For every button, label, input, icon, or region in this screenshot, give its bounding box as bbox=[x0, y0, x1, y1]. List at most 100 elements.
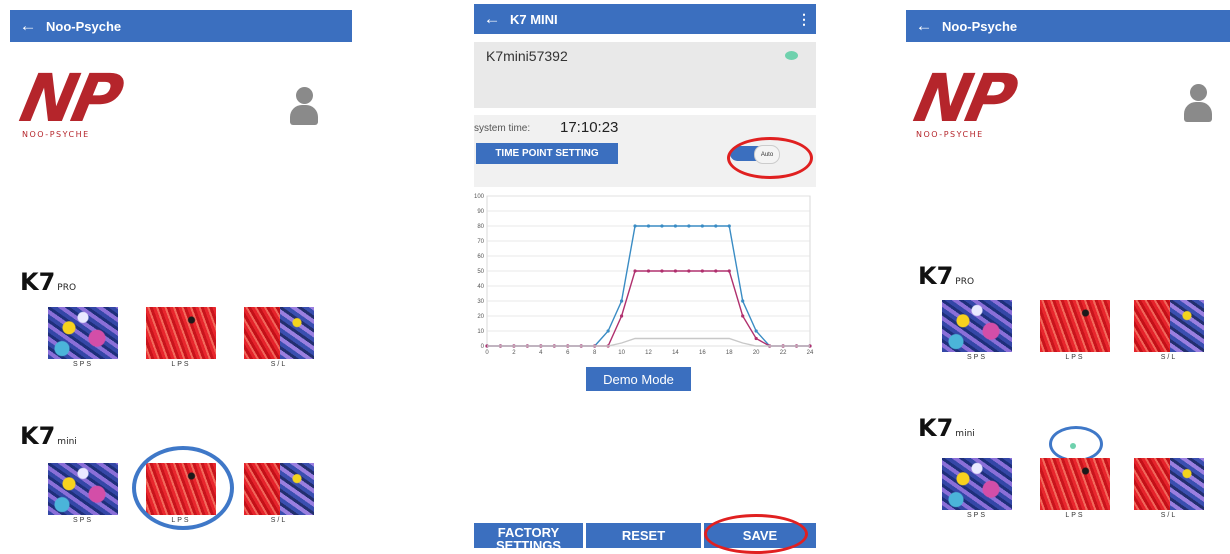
light-schedule-chart[interactable]: 01020304050607080901000 2 4 6 8 10 12 14 16 18 20 2… bbox=[474, 188, 816, 358]
k7-pro-heading: K7 PRO bbox=[20, 268, 77, 296]
x-tick-label: 16 bbox=[699, 350, 706, 356]
logo-letters: NP bbox=[13, 60, 126, 137]
data-point bbox=[619, 314, 624, 318]
device-card[interactable]: K7mini57392 bbox=[474, 42, 816, 108]
demo-mode-button[interactable]: Demo Mode bbox=[586, 367, 691, 391]
connection-status-dot bbox=[785, 51, 798, 60]
y-tick-label: 50 bbox=[477, 269, 484, 275]
data-point bbox=[673, 269, 678, 273]
right-screen: ← Noo-Psyche NP NOO-PSYCHE K7 PRO SPS LPS… bbox=[906, 0, 1230, 548]
tile-label: S/L bbox=[270, 517, 288, 524]
tile-label: LPS bbox=[1065, 512, 1085, 519]
k7-mini-heading: K7 mini bbox=[20, 422, 77, 450]
data-point bbox=[714, 224, 718, 228]
data-point bbox=[619, 299, 624, 303]
brand-logo: NP NOO-PSYCHE bbox=[908, 60, 1020, 139]
factory-settings-button[interactable]: FACTORY SETTINGS bbox=[474, 523, 583, 548]
tile-label: S/L bbox=[1160, 512, 1178, 519]
app-bar: ← Noo-Psyche bbox=[10, 10, 352, 42]
tile-label: LPS bbox=[1065, 354, 1085, 361]
middle-screen: ← K7 MINI ⋮ K7mini57392 system time: 17:… bbox=[474, 0, 816, 554]
data-point bbox=[606, 329, 610, 333]
k7pro-lps-tile[interactable] bbox=[146, 307, 216, 359]
data-point bbox=[687, 269, 691, 273]
x-tick-label: 8 bbox=[593, 350, 597, 356]
app-title: Noo-Psyche bbox=[46, 18, 122, 34]
k7pro-sps-tile[interactable] bbox=[942, 300, 1012, 352]
x-tick-label: 14 bbox=[672, 350, 679, 356]
k7mini-sps-tile[interactable] bbox=[942, 458, 1012, 510]
y-tick-label: 90 bbox=[477, 209, 484, 215]
data-point bbox=[687, 224, 691, 228]
data-point bbox=[633, 269, 637, 273]
k7pro-lps-tile[interactable] bbox=[1040, 300, 1110, 352]
data-point bbox=[646, 224, 651, 228]
y-tick-label: 100 bbox=[474, 194, 485, 200]
data-point bbox=[727, 224, 731, 228]
app-title: Noo-Psyche bbox=[942, 18, 1018, 34]
brand-logo: NP NOO-PSYCHE bbox=[14, 60, 126, 139]
highlight-circle bbox=[132, 446, 234, 530]
time-point-setting-button[interactable]: TIME POINT SETTING bbox=[476, 143, 618, 164]
x-tick-label: 18 bbox=[726, 350, 733, 356]
k7pro-sl-tile[interactable] bbox=[1134, 300, 1204, 352]
left-screen: ← Noo-Psyche NP NOO-PSYCHE K7 PRO SPS LPS… bbox=[10, 0, 352, 548]
tile-label: SPS bbox=[72, 517, 93, 524]
arrow-left-icon[interactable]: ← bbox=[474, 9, 510, 29]
data-point bbox=[714, 269, 718, 273]
k7pro-sps-tile[interactable] bbox=[48, 307, 118, 359]
y-tick-label: 80 bbox=[477, 224, 484, 230]
k7mini-sl-tile[interactable] bbox=[1134, 458, 1204, 510]
app-bar: ← K7 MINI ⋮ bbox=[474, 4, 816, 34]
data-point bbox=[700, 269, 704, 273]
data-point bbox=[700, 224, 704, 228]
arrow-left-icon[interactable]: ← bbox=[906, 16, 942, 36]
tile-label: SPS bbox=[72, 361, 93, 368]
y-tick-label: 20 bbox=[477, 314, 484, 320]
arrow-left-icon[interactable]: ← bbox=[10, 16, 46, 36]
kebab-menu-icon[interactable]: ⋮ bbox=[792, 11, 816, 28]
highlight-circle bbox=[704, 514, 808, 554]
device-name: K7mini57392 bbox=[486, 48, 568, 64]
tile-label: SPS bbox=[966, 354, 987, 361]
k7mini-sl-tile[interactable] bbox=[244, 463, 314, 515]
y-tick-label: 30 bbox=[477, 299, 484, 305]
data-point bbox=[754, 329, 758, 333]
x-tick-label: 20 bbox=[753, 350, 760, 356]
app-bar: ← Noo-Psyche bbox=[906, 10, 1230, 42]
y-tick-label: 40 bbox=[477, 284, 484, 290]
data-point bbox=[741, 299, 745, 303]
data-point bbox=[741, 314, 745, 318]
tile-label: S/L bbox=[270, 361, 288, 368]
data-point bbox=[754, 336, 758, 341]
logo-letters: NP bbox=[907, 60, 1020, 137]
x-tick-label: 0 bbox=[485, 350, 489, 356]
data-point bbox=[660, 224, 664, 228]
data-point bbox=[727, 269, 731, 273]
data-point bbox=[660, 269, 664, 273]
x-tick-label: 10 bbox=[618, 350, 625, 356]
tile-label: SPS bbox=[966, 512, 987, 519]
k7-mini-heading: K7 mini bbox=[918, 414, 975, 442]
data-point bbox=[646, 269, 651, 273]
k7-pro-heading: K7 PRO bbox=[918, 262, 975, 290]
user-icon[interactable] bbox=[290, 87, 318, 125]
system-time-label: system time: bbox=[474, 123, 531, 134]
tile-label: S/L bbox=[1160, 354, 1178, 361]
y-tick-label: 70 bbox=[477, 239, 484, 245]
x-tick-label: 24 bbox=[807, 350, 814, 356]
reset-button[interactable]: RESET bbox=[586, 523, 701, 548]
highlight-circle bbox=[727, 137, 813, 179]
k7mini-sps-tile[interactable] bbox=[48, 463, 118, 515]
highlight-circle bbox=[1049, 426, 1103, 462]
y-tick-label: 10 bbox=[477, 329, 484, 335]
y-tick-label: 60 bbox=[477, 254, 484, 260]
data-point bbox=[673, 224, 678, 228]
k7mini-lps-tile[interactable] bbox=[1040, 458, 1110, 510]
app-title: K7 MINI bbox=[510, 11, 558, 27]
y-tick-label: 0 bbox=[481, 344, 485, 350]
k7pro-sl-tile[interactable] bbox=[244, 307, 314, 359]
user-icon[interactable] bbox=[1184, 84, 1212, 122]
x-tick-label: 12 bbox=[645, 350, 652, 356]
x-tick-label: 6 bbox=[566, 350, 570, 356]
